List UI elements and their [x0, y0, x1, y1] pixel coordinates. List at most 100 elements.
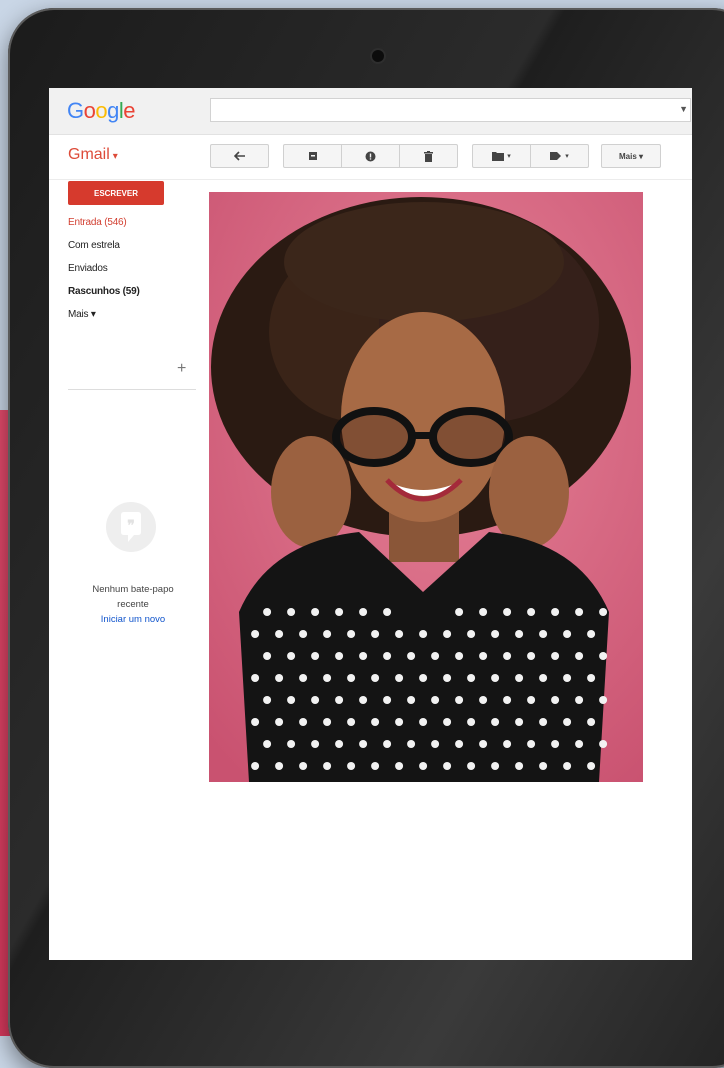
polka-dot	[311, 740, 320, 748]
polka-dot	[395, 674, 404, 682]
polka-dot	[467, 674, 476, 682]
polka-dot	[371, 718, 380, 726]
polka-dot	[347, 630, 356, 638]
polka-dot	[467, 762, 476, 770]
polka-dot	[275, 674, 284, 682]
move-to-button[interactable]: ▾	[473, 151, 530, 161]
polka-dot	[311, 652, 320, 660]
polka-dot	[563, 718, 572, 726]
trash-icon	[424, 150, 433, 162]
chevron-down-icon: ▾	[565, 153, 569, 160]
polka-dot	[287, 652, 296, 660]
polka-dot	[299, 674, 308, 682]
email-image	[209, 192, 643, 782]
polka-dot	[263, 608, 272, 616]
delete-button[interactable]	[399, 145, 457, 167]
google-logo[interactable]: Google	[67, 98, 136, 124]
polka-dot	[263, 696, 272, 704]
camera-icon	[372, 50, 384, 62]
reply-button[interactable]	[210, 144, 269, 168]
chat-empty-text-2: recente	[117, 599, 149, 610]
polka-dot	[575, 740, 584, 748]
polka-dot	[587, 674, 596, 682]
label-icon	[550, 152, 562, 160]
polka-dot	[575, 608, 584, 616]
polka-dot	[479, 696, 488, 704]
compose-button[interactable]: ESCREVER	[68, 181, 164, 205]
gmail-screen: Google ▼ Gmail ▾ ▾ ▾ Mais ▾ ESCREVER Ent…	[49, 88, 692, 960]
polka-dot	[419, 674, 428, 682]
polka-dot	[359, 652, 368, 660]
polka-dot	[527, 740, 536, 748]
report-spam-icon	[365, 151, 376, 161]
polka-dot	[299, 718, 308, 726]
sidebar-divider	[68, 389, 196, 390]
polka-dot	[431, 740, 440, 748]
polka-dot	[323, 674, 332, 682]
polka-dot	[419, 718, 428, 726]
polka-dot	[515, 718, 524, 726]
polka-dot	[251, 762, 260, 770]
polka-dot	[299, 630, 308, 638]
google-logo-letter: o	[83, 98, 96, 123]
polka-dot	[551, 652, 560, 660]
polka-dot	[491, 762, 500, 770]
polka-dot	[551, 608, 560, 616]
polka-dot	[395, 762, 404, 770]
polka-dot	[503, 608, 512, 616]
polka-dot	[263, 740, 272, 748]
polka-dot	[299, 762, 308, 770]
google-logo-letter: G	[67, 98, 84, 123]
polka-dot	[251, 630, 260, 638]
polka-dot	[515, 762, 524, 770]
polka-dot	[515, 630, 524, 638]
polka-dot	[347, 718, 356, 726]
report-spam-button[interactable]	[341, 145, 399, 167]
search-dropdown-icon[interactable]: ▼	[679, 104, 688, 114]
sidebar-item-drafts[interactable]: Rascunhos (59)	[68, 286, 140, 309]
polka-dot	[335, 608, 344, 616]
polka-dot	[503, 740, 512, 748]
polka-dot	[563, 630, 572, 638]
toolbar: Gmail ▾ ▾ ▾ Mais ▾	[49, 135, 692, 180]
polka-dot	[539, 718, 548, 726]
polka-dot	[347, 674, 356, 682]
add-icon[interactable]: +	[177, 360, 186, 378]
polka-dot	[479, 740, 488, 748]
polka-dot	[575, 652, 584, 660]
reply-icon	[233, 151, 245, 161]
polka-dot	[563, 762, 572, 770]
polka-dot	[551, 696, 560, 704]
polka-dot	[275, 630, 284, 638]
sidebar-item-inbox[interactable]: Entrada (546)	[68, 217, 140, 240]
polka-dot	[431, 652, 440, 660]
polka-dot	[323, 630, 332, 638]
sidebar-item-sent[interactable]: Enviados	[68, 263, 140, 286]
polka-dot	[527, 608, 536, 616]
polka-dot	[275, 718, 284, 726]
sidebar-nav: Entrada (546) Com estrela Enviados Rascu…	[68, 217, 140, 332]
polka-dot	[287, 740, 296, 748]
polka-dot	[335, 696, 344, 704]
archive-button[interactable]	[284, 151, 341, 161]
sidebar-item-starred[interactable]: Com estrela	[68, 240, 140, 263]
search-input[interactable]: ▼	[210, 98, 691, 122]
polka-dot	[407, 740, 416, 748]
polka-dot	[383, 652, 392, 660]
move-label-group: ▾ ▾	[472, 144, 589, 168]
polka-dot	[383, 696, 392, 704]
polka-dot	[431, 696, 440, 704]
start-chat-link[interactable]: Iniciar um novo	[79, 612, 187, 627]
polka-dot	[371, 762, 380, 770]
sidebar-item-more[interactable]: Mais ▾	[68, 309, 140, 332]
polka-dot	[491, 674, 500, 682]
chat-empty-text: Nenhum bate-papo	[92, 584, 174, 595]
polka-dot	[467, 718, 476, 726]
polka-dot	[527, 696, 536, 704]
more-actions-button[interactable]: Mais ▾	[601, 144, 661, 168]
gmail-product-switcher[interactable]: Gmail ▾	[68, 146, 118, 164]
polka-dot	[311, 608, 320, 616]
chevron-down-icon: ▾	[112, 151, 118, 162]
labels-button[interactable]: ▾	[530, 145, 588, 167]
polka-dot	[455, 740, 464, 748]
